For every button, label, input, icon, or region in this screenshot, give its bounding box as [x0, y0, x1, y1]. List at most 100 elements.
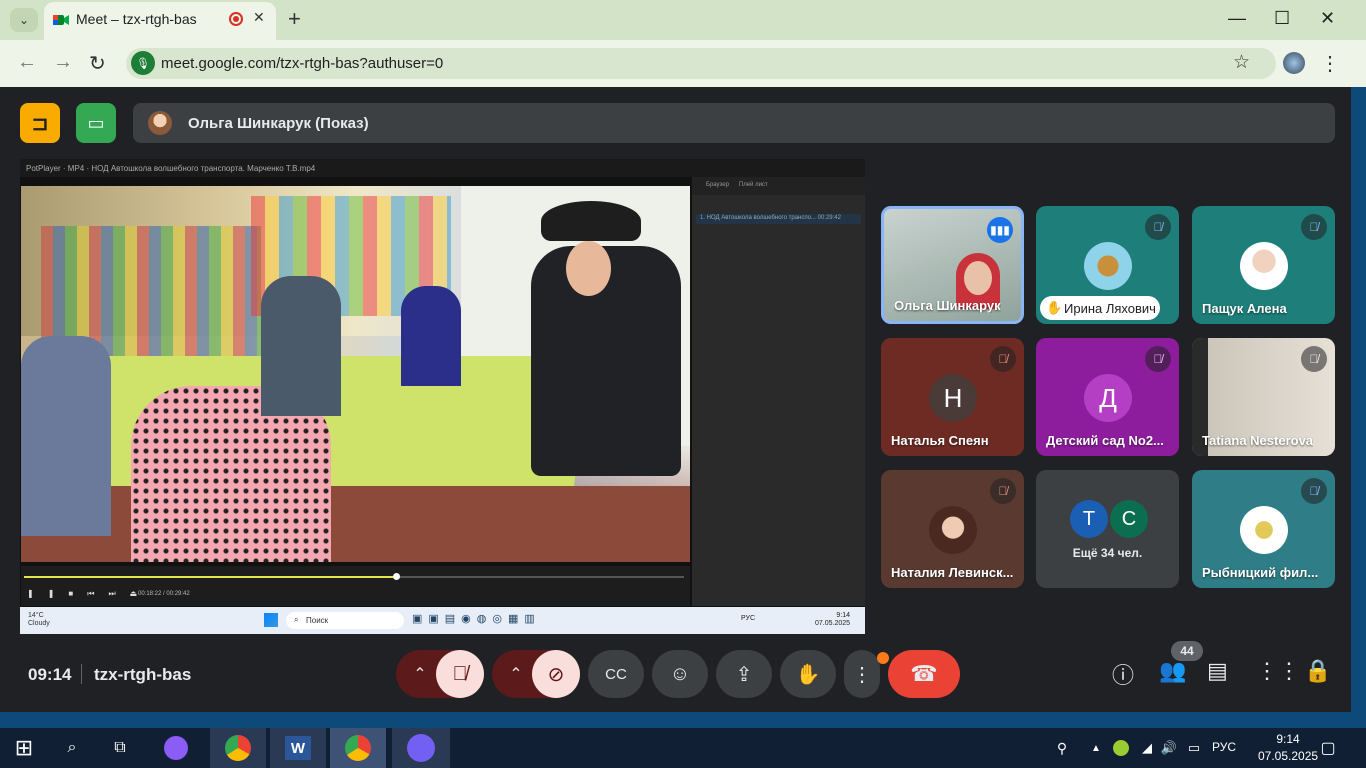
tray-overflow-icon[interactable]: ▲ — [1088, 728, 1104, 768]
shared-search-label: Поиск — [306, 616, 329, 625]
browser-menu-icon[interactable]: ⋮ — [1320, 51, 1340, 76]
participant-name: Детский сад No2... — [1046, 433, 1164, 448]
participant-name: Наталья Спеян — [891, 433, 989, 448]
participant-name: Наталия Левинск... — [891, 565, 1014, 580]
player-seek-knob[interactable] — [393, 573, 400, 580]
mic-off-icon: 🎙̸ — [1301, 346, 1327, 372]
mic-off-icon: 🎙̸ — [1301, 478, 1327, 504]
participant-initial: Н — [929, 374, 977, 422]
host-controls-icon[interactable]: 🔒 — [1304, 658, 1331, 684]
participant-avatar — [1240, 242, 1288, 290]
presenter-avatar — [148, 111, 172, 135]
player-transport-icons[interactable]: ❚❚■⏮⏭⏏ — [27, 589, 151, 599]
battery-icon[interactable]: ▭ — [1182, 728, 1206, 768]
raise-hand-button[interactable]: ✋ — [780, 650, 836, 698]
reactions-button[interactable]: ☺ — [652, 650, 708, 698]
participant-tile[interactable]: ▮▮▮ Ольга Шинкарук — [881, 206, 1024, 324]
windows-start-icon[interactable]: ⊞ — [0, 728, 48, 768]
speaking-indicator-icon: ▮▮▮ — [987, 217, 1013, 243]
player-controls — [21, 566, 690, 606]
os-language[interactable]: РУС — [1212, 740, 1236, 754]
chat-icon[interactable]: ▤ — [1207, 658, 1228, 684]
player-title: PotPlayer · MP4 · НОД Автошкола волшебно… — [26, 164, 316, 173]
tab-search-chevron-icon[interactable]: ⌄ — [10, 8, 38, 32]
player-title-bar: PotPlayer · MP4 · НОД Автошкола волшебно… — [20, 159, 865, 177]
minimize-window-icon[interactable]: — — [1228, 8, 1246, 29]
participant-tile[interactable]: Н 🎙̸ Наталья Спеян — [881, 338, 1024, 456]
present-screen-button[interactable]: ⇪ — [716, 650, 772, 698]
tray-app-icon[interactable] — [1110, 728, 1132, 768]
google-meet-favicon-icon — [53, 15, 69, 25]
more-options-button[interactable]: ⋮ — [844, 650, 880, 698]
mic-toggle-button[interactable]: 🎙̸ — [436, 650, 484, 698]
shared-lang: РУС — [741, 615, 756, 622]
shared-video-frame — [21, 186, 690, 562]
reload-icon[interactable]: ↻ — [89, 51, 106, 76]
back-icon[interactable]: ← — [17, 51, 37, 74]
shared-clock: 9:14 07.05.2025 — [815, 612, 851, 627]
participant-tile[interactable]: 🎙̸ Рыбницкий фил... — [1192, 470, 1335, 588]
participant-initial: Д — [1084, 374, 1132, 422]
meeting-details-icon[interactable]: ⓘ — [1112, 658, 1134, 690]
task-view-icon[interactable]: ⧉ — [100, 728, 140, 768]
meeting-clock: 09:14 — [28, 665, 72, 684]
camera-toggle-button[interactable]: ⊘ — [532, 650, 580, 698]
os-date: 07.05.2025 — [1258, 749, 1319, 763]
playlist-item-label: 1. НОД Автошкола волшебного транспо... 0… — [700, 215, 841, 221]
participant-tile[interactable]: Д 🎙̸ Детский сад No2... — [1036, 338, 1179, 456]
forward-icon[interactable]: → — [53, 51, 73, 74]
taskbar-chrome-icon[interactable] — [210, 728, 266, 768]
mic-options-chevron-icon[interactable]: ⌃ — [400, 650, 440, 698]
notifications-icon[interactable]: ▢ — [1312, 728, 1344, 768]
participant-tile[interactable]: 🎙̸ ✋ Ирина Ляхович — [1036, 206, 1179, 324]
leave-call-button[interactable]: ☎ — [888, 650, 960, 698]
microphone-in-use-icon[interactable]: 🎙 — [131, 51, 155, 75]
player-time: 00:18:22 / 00:29:42 — [138, 591, 190, 597]
participant-avatar — [1084, 242, 1132, 290]
layout-icon[interactable]: ⊐ — [20, 103, 60, 143]
people-tray-icon[interactable]: ⚲ — [1048, 728, 1076, 768]
shared-taskbar-apps-icon: ▣▣▤◉◍◎▦▥ — [412, 613, 541, 625]
close-window-icon[interactable]: ✕ — [1320, 8, 1335, 29]
playlist-tabs[interactable]: Браузер Плей лист — [692, 177, 865, 195]
captions-button[interactable]: CC — [588, 650, 644, 698]
profile-avatar[interactable] — [1283, 52, 1305, 74]
taskbar-viber-icon[interactable] — [392, 728, 450, 768]
participant-avatar — [1240, 506, 1288, 554]
participant-initial: C — [1110, 500, 1148, 538]
presenter-label: Ольга Шинкарук (Показ) — [188, 115, 369, 132]
companion-mode-icon[interactable]: ▭ — [76, 103, 116, 143]
player-seek-progress — [24, 576, 396, 578]
participant-name: Tatiana Nesterova — [1202, 433, 1314, 448]
maximize-window-icon[interactable]: ☐ — [1274, 8, 1290, 29]
alice-assistant-icon[interactable] — [156, 728, 196, 768]
taskbar-chrome-profile-icon[interactable] — [330, 728, 386, 768]
close-tab-icon[interactable]: ✕ — [253, 9, 265, 26]
mic-off-icon: 🎙̸ — [1301, 214, 1327, 240]
new-tab-button[interactable]: + — [288, 6, 301, 32]
divider — [81, 664, 82, 684]
network-icon[interactable]: ◢ — [1136, 728, 1158, 768]
activities-icon[interactable]: ⋮⋮ — [1256, 658, 1300, 684]
mic-off-icon: 🎙̸ — [1145, 214, 1171, 240]
notification-dot — [877, 652, 889, 664]
people-icon[interactable]: 👥 — [1159, 658, 1186, 684]
os-time: 9:14 — [1276, 732, 1300, 746]
shared-search-box: ⌕ Поиск — [286, 612, 404, 629]
taskbar-word-icon[interactable]: W — [270, 728, 326, 768]
url-text[interactable]: meet.google.com/tzx-rtgh-bas?authuser=0 — [161, 55, 443, 72]
camera-options-chevron-icon[interactable]: ⌃ — [496, 650, 536, 698]
desktop-edge — [1351, 87, 1366, 712]
meeting-code: tzx-rtgh-bas — [94, 665, 192, 684]
os-clock[interactable]: 9:14 07.05.2025 — [1258, 731, 1318, 765]
volume-icon[interactable]: 🔊 — [1158, 728, 1180, 768]
participant-tile[interactable]: 🎙̸ Tatiana Nesterova — [1192, 338, 1335, 456]
bookmark-star-icon[interactable]: ☆ — [1233, 51, 1250, 74]
player-playlist-panel — [692, 177, 865, 606]
playlist-item[interactable]: 1. НОД Автошкола волшебного транспо... 0… — [696, 214, 861, 224]
search-icon[interactable]: ⌕ — [52, 728, 92, 768]
participant-tile[interactable]: 🎙̸ Наталия Левинск... — [881, 470, 1024, 588]
raised-hand-icon: ✋ — [1046, 300, 1063, 315]
participant-tile[interactable]: 🎙̸ Пащук Алена — [1192, 206, 1335, 324]
more-participants-tile[interactable]: T C Ещё 34 чел. — [1036, 470, 1179, 588]
